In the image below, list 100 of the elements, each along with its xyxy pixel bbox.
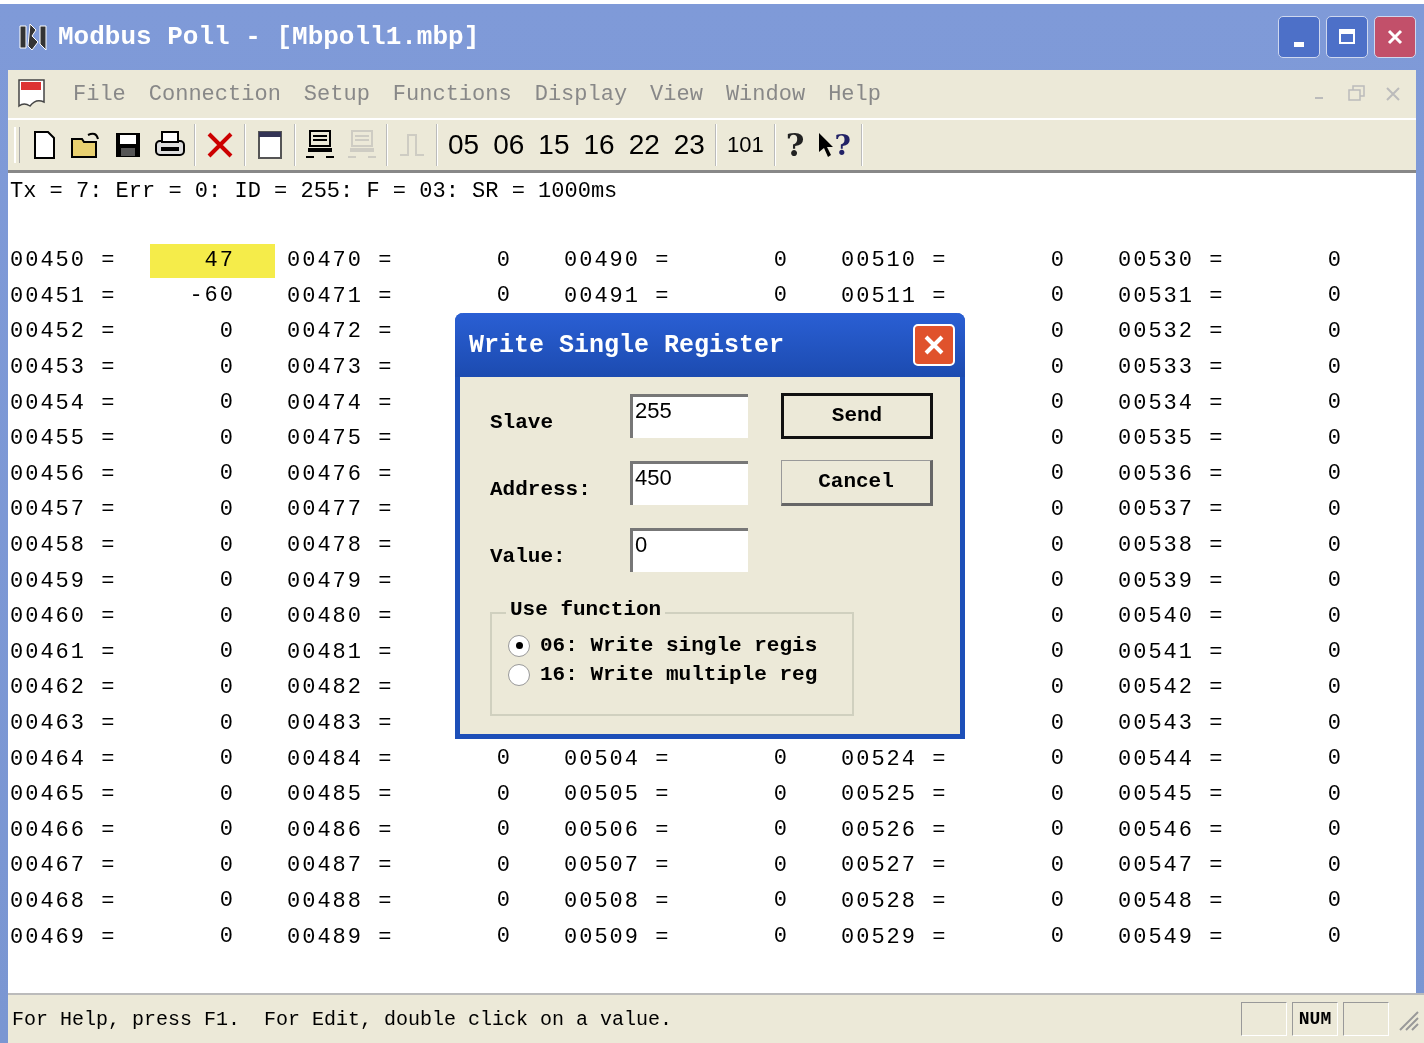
register-value[interactable]: 0 <box>1258 848 1383 883</box>
register-value[interactable]: 0 <box>150 599 275 634</box>
register-value[interactable]: 0 <box>1258 599 1383 634</box>
register-value[interactable]: 0 <box>150 564 275 599</box>
register-value[interactable]: 0 <box>427 279 552 314</box>
register-value[interactable]: 0 <box>1258 457 1383 492</box>
register-value[interactable]: 0 <box>704 777 829 812</box>
function-code-button[interactable]: 22 <box>624 129 664 161</box>
maximize-button[interactable] <box>1326 16 1368 58</box>
register-value[interactable]: 0 <box>150 670 275 705</box>
register-value[interactable]: 0 <box>981 279 1106 314</box>
register-value[interactable]: 0 <box>150 848 275 883</box>
register-value[interactable]: 0 <box>1258 670 1383 705</box>
register-value[interactable]: 0 <box>427 848 552 883</box>
register-value[interactable]: 0 <box>981 884 1106 919</box>
register-value[interactable]: 0 <box>1258 920 1383 955</box>
register-value[interactable]: 0 <box>427 742 552 777</box>
register-value[interactable]: 0 <box>1258 279 1383 314</box>
function-code-button[interactable]: 16 <box>579 129 619 161</box>
maximize-icon <box>1337 27 1357 47</box>
dialog-button[interactable]: Cancel <box>781 459 933 506</box>
register-value[interactable]: 0 <box>427 813 552 848</box>
register-value[interactable]: 0 <box>150 386 275 421</box>
minimize-button[interactable] <box>1278 16 1320 58</box>
register-value[interactable]: 0 <box>1258 315 1383 349</box>
register-value[interactable]: 0 <box>981 777 1106 812</box>
register-value[interactable]: 0 <box>1258 350 1383 385</box>
radio-button[interactable] <box>508 634 530 657</box>
register-value[interactable]: 0 <box>427 777 552 812</box>
register-value[interactable]: 0 <box>150 813 275 848</box>
radio-label[interactable]: 06: Write single regis <box>540 634 818 657</box>
close-button[interactable] <box>1374 16 1416 58</box>
register-value[interactable]: 0 <box>704 920 829 955</box>
register-value[interactable]: 0 <box>150 528 275 563</box>
register-value[interactable]: 0 <box>1258 706 1383 741</box>
register-value[interactable]: 0 <box>981 492 1106 527</box>
register-value[interactable]: 0 <box>981 528 1106 563</box>
register-value[interactable]: 0 <box>981 670 1106 705</box>
toolbar-grip[interactable] <box>14 127 20 163</box>
register-value[interactable]: 0 <box>981 635 1106 670</box>
register-value[interactable]: 0 <box>981 848 1106 883</box>
function-code-button[interactable]: 15 <box>534 129 574 161</box>
register-value[interactable]: 0 <box>704 813 829 848</box>
register-value[interactable]: 0 <box>704 279 829 314</box>
register-value[interactable]: 0 <box>981 457 1106 492</box>
function-code-button[interactable]: 06 <box>489 129 529 161</box>
register-value[interactable]: 0 <box>1258 421 1383 456</box>
register-value[interactable]: 0 <box>427 884 552 919</box>
function-code-button[interactable]: 05 <box>444 129 484 161</box>
register-value[interactable]: 0 <box>150 421 275 456</box>
context-help-button[interactable]: ? <box>814 128 855 162</box>
register-value[interactable]: 0 <box>1258 564 1383 599</box>
register-value[interactable]: 0 <box>981 706 1106 741</box>
register-value[interactable]: 0 <box>150 920 275 955</box>
register-value[interactable]: 0 <box>150 350 275 385</box>
radio-button[interactable] <box>508 663 530 686</box>
register-value[interactable]: 0 <box>150 742 275 777</box>
register-value[interactable]: 0 <box>981 386 1106 421</box>
register-value[interactable]: 0 <box>1258 635 1383 670</box>
register-value[interactable]: 0 <box>704 848 829 883</box>
register-value[interactable]: 0 <box>981 350 1106 385</box>
register-value[interactable]: 0 <box>1258 243 1383 278</box>
register-value[interactable]: 0 <box>981 564 1106 599</box>
register-value[interactable]: 0 <box>1258 528 1383 563</box>
register-value[interactable]: 0 <box>1258 742 1383 777</box>
input-field[interactable]: 450 <box>630 460 748 505</box>
register-value[interactable]: 0 <box>981 421 1106 456</box>
register-value[interactable]: 0 <box>150 635 275 670</box>
dialog-button[interactable]: Send <box>781 392 933 439</box>
register-value[interactable]: 0 <box>150 777 275 812</box>
register-value[interactable]: -60 <box>150 279 275 314</box>
count-button[interactable]: 101 <box>722 132 768 158</box>
register-value[interactable]: 0 <box>981 742 1106 777</box>
register-value[interactable]: 0 <box>981 920 1106 955</box>
register-value[interactable]: 0 <box>704 884 829 919</box>
register-value[interactable]: 0 <box>981 315 1106 349</box>
register-value[interactable]: 0 <box>1258 884 1383 919</box>
input-field[interactable]: 255 <box>630 393 748 438</box>
register-value[interactable]: 0 <box>981 813 1106 848</box>
register-value[interactable]: 0 <box>150 457 275 492</box>
register-value[interactable]: 0 <box>981 599 1106 634</box>
register-value[interactable]: 0 <box>150 884 275 919</box>
register-address: 00532 = <box>1118 319 1226 345</box>
register-value[interactable]: 0 <box>1258 386 1383 421</box>
register-value[interactable]: 0 <box>1258 813 1383 848</box>
register-value[interactable]: 0 <box>150 315 275 349</box>
register-value[interactable]: 0 <box>427 243 552 278</box>
radio-label[interactable]: 16: Write multiple reg <box>540 663 818 686</box>
register-value[interactable]: 0 <box>704 742 829 777</box>
register-value[interactable]: 0 <box>150 706 275 741</box>
function-code-button[interactable]: 23 <box>669 129 709 161</box>
register-value[interactable]: 0 <box>1258 492 1383 527</box>
register-value[interactable]: 0 <box>1258 777 1383 812</box>
register-value[interactable]: 0 <box>704 243 829 278</box>
register-value[interactable]: 47 <box>150 243 275 278</box>
input-field[interactable]: 0 <box>630 527 748 572</box>
register-value[interactable]: 0 <box>427 920 552 955</box>
register-value[interactable]: 0 <box>150 492 275 527</box>
register-value[interactable]: 0 <box>981 243 1106 278</box>
help-button[interactable]: ? <box>781 126 809 164</box>
